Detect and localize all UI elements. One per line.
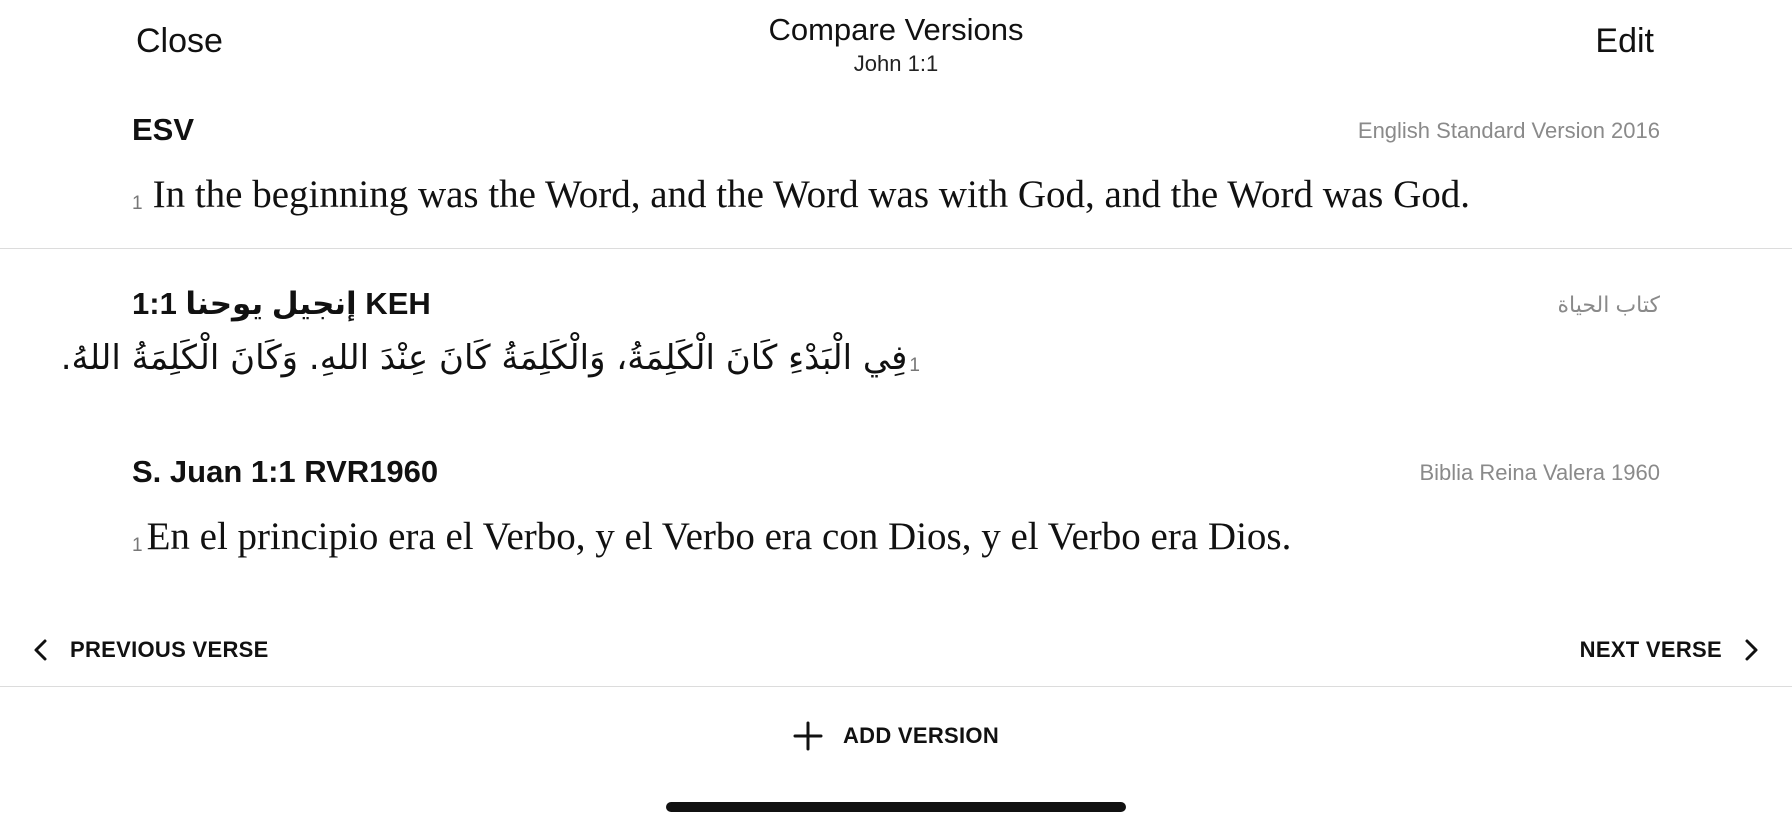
verse-number: 1 (132, 535, 143, 556)
verse-number: 1 (132, 193, 143, 214)
page-title: Compare Versions (768, 12, 1024, 47)
verse-text: 1 En el principio era el Verbo, y el Verb… (132, 514, 1660, 559)
verse-text: 1 In the beginning was the Word, and the … (132, 172, 1660, 217)
version-full-name: Biblia Reina Valera 1960 (1419, 460, 1660, 485)
version-abbreviation: ESV (132, 112, 195, 147)
previous-verse-button[interactable]: PREVIOUS VERSE (30, 632, 269, 668)
version-abbreviation: إنجيل يوحنا 1:1 KEH (132, 286, 431, 321)
version-abbreviation: S. Juan 1:1 RVR1960 (132, 454, 439, 489)
verse-content: En el principio era el Verbo, y el Verbo… (146, 515, 1292, 558)
verse-reference: John 1:1 (853, 51, 939, 76)
version-header: ESV English Standard Version 2016 (132, 112, 1660, 152)
home-indicator[interactable] (666, 802, 1126, 812)
verse-content: In the beginning was the Word, and the W… (152, 173, 1471, 216)
chevron-left-icon (34, 639, 47, 661)
next-verse-label: NEXT VERSE (1579, 637, 1722, 662)
title-block: Compare Versions John 1:1 (0, 10, 1792, 78)
add-version-button[interactable]: ADD VERSION (0, 716, 1792, 756)
compare-versions-screen: Close Compare Versions John 1:1 Edit ESV… (0, 0, 1792, 828)
version-header: S. Juan 1:1 RVR1960 Biblia Reina Valera … (132, 454, 1660, 494)
next-verse-button[interactable]: NEXT VERSE (1580, 632, 1762, 668)
plus-icon (793, 721, 823, 751)
version-card-rvr1960[interactable]: S. Juan 1:1 RVR1960 Biblia Reina Valera … (132, 454, 1660, 559)
version-card-esv[interactable]: ESV English Standard Version 2016 1 In th… (132, 112, 1660, 217)
header: Close Compare Versions John 1:1 Edit (0, 0, 1792, 100)
add-version-label: ADD VERSION (842, 723, 1000, 748)
version-full-name: English Standard Version 2016 (1357, 118, 1660, 143)
version-card-keh[interactable]: إنجيل يوحنا 1:1 KEH كتاب الحياة 1فِي الْ… (61, 286, 1660, 378)
divider (0, 686, 1792, 687)
edit-button[interactable]: Edit (1595, 22, 1654, 61)
previous-verse-label: PREVIOUS VERSE (70, 637, 269, 662)
divider (0, 248, 1792, 249)
version-full-name: كتاب الحياة (1557, 292, 1660, 317)
chevron-right-icon (1745, 639, 1758, 661)
verse-content: فِي الْبَدْءِ كَانَ الْكَلِمَةُ، وَالْكَ… (60, 338, 908, 378)
verse-text: 1فِي الْبَدْءِ كَانَ الْكَلِمَةُ، وَالْك… (61, 338, 920, 378)
verse-number: 1 (909, 355, 920, 376)
version-header: إنجيل يوحنا 1:1 KEH كتاب الحياة (132, 286, 1660, 326)
